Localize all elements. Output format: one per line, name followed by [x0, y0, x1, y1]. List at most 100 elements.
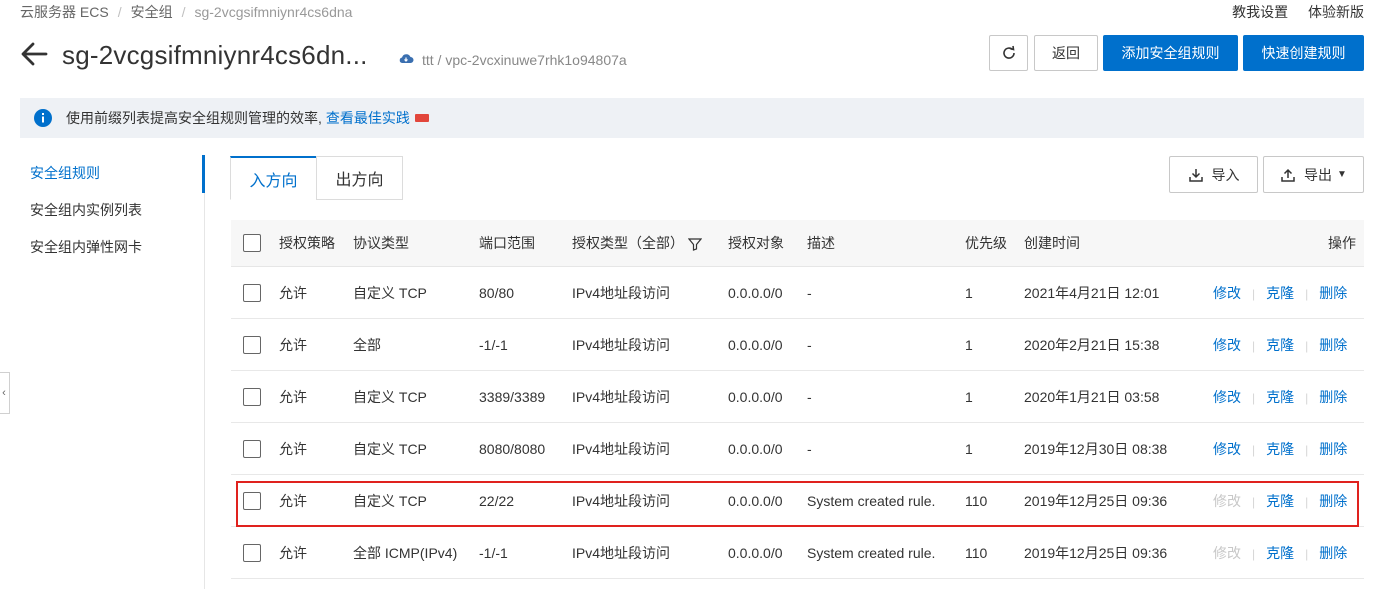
delete-link[interactable]: 删除 [1319, 337, 1347, 353]
row-checkbox[interactable] [243, 335, 261, 354]
cell-object: 0.0.0.0/0 [728, 284, 783, 301]
add-rule-button[interactable]: 添加安全组规则 [1103, 35, 1238, 71]
cell-policy: 允许 [279, 544, 307, 561]
cell-created: 2020年1月21日 03:58 [1024, 388, 1160, 405]
row-checkbox[interactable] [243, 543, 261, 562]
export-label: 导出 [1304, 166, 1333, 183]
cell-desc: System created rule. [807, 492, 936, 509]
teach-me-link[interactable]: 教我设置 [1232, 4, 1288, 20]
cell-priority: 110 [965, 492, 988, 509]
cell-protocol: 全部 ICMP(IPv4) [353, 544, 458, 561]
table-row: 允许 自定义 TCP 80/80 IPv4地址段访问 0.0.0.0/0 - 1… [231, 267, 1364, 319]
cell-desc: - [807, 440, 812, 457]
clone-link[interactable]: 克隆 [1266, 493, 1294, 509]
delete-link[interactable]: 删除 [1319, 493, 1347, 509]
cell-policy: 允许 [279, 440, 307, 457]
cell-object: 0.0.0.0/0 [728, 440, 783, 457]
header-auth-type: 授权类型（全部） [572, 235, 684, 251]
quick-create-button[interactable]: 快速创建规则 [1243, 35, 1364, 71]
header-priority: 优先级 [965, 235, 1007, 251]
header-ops: 操作 [1328, 235, 1356, 251]
cell-auth-type: IPv4地址段访问 [572, 544, 671, 561]
header-policy: 授权策略 [279, 235, 335, 251]
cloud-icon [399, 54, 414, 63]
cell-policy: 允许 [279, 492, 307, 509]
tab-outbound[interactable]: 出方向 [316, 156, 403, 200]
cell-auth-type: IPv4地址段访问 [572, 388, 671, 405]
breadcrumb-current: sg-2vcgsifmniynr4cs6dna [194, 4, 353, 20]
cell-port: 22/22 [479, 492, 515, 509]
cell-created: 2019年12月25日 09:36 [1024, 544, 1168, 561]
export-button[interactable]: 导出 ▼ [1263, 156, 1364, 193]
cell-desc: - [807, 388, 812, 405]
cell-policy: 允许 [279, 284, 307, 301]
cell-protocol: 自定义 TCP [353, 388, 427, 405]
header-desc: 描述 [807, 235, 835, 251]
vpc-info: ttt / vpc-2vcxinuwe7rhk1o94807a [422, 52, 627, 68]
import-label: 导入 [1211, 166, 1240, 183]
edit-link[interactable]: 修改 [1213, 337, 1241, 353]
import-button[interactable]: 导入 [1169, 156, 1258, 193]
back-button[interactable]: 返回 [1034, 35, 1098, 71]
refresh-button[interactable] [989, 35, 1028, 71]
filter-icon[interactable] [688, 237, 702, 251]
cell-object: 0.0.0.0/0 [728, 492, 783, 509]
back-arrow-icon[interactable] [20, 40, 48, 68]
delete-link[interactable]: 删除 [1319, 441, 1347, 457]
cell-priority: 1 [965, 336, 973, 353]
row-checkbox[interactable] [243, 387, 261, 406]
delete-link[interactable]: 删除 [1319, 285, 1347, 301]
sidenav-item-rules[interactable]: 安全组规则 [0, 155, 204, 192]
notice-bar: 使用前缀列表提高安全组规则管理的效率, 查看最佳实践 [20, 98, 1364, 138]
cell-policy: 允许 [279, 336, 307, 353]
clone-link[interactable]: 克隆 [1266, 545, 1294, 561]
row-checkbox[interactable] [243, 491, 261, 510]
breadcrumb: 云服务器 ECS / 安全组 / sg-2vcgsifmniynr4cs6dna [20, 4, 353, 20]
row-actions: 修改 | 克隆 | 删除 [1213, 492, 1348, 509]
sidenav-item-eni[interactable]: 安全组内弹性网卡 [0, 229, 204, 266]
select-all-checkbox[interactable] [243, 234, 261, 252]
row-checkbox[interactable] [243, 439, 261, 458]
clone-link[interactable]: 克隆 [1266, 337, 1294, 353]
breadcrumb-security-group[interactable]: 安全组 [131, 4, 173, 20]
caret-down-icon: ▼ [1337, 169, 1347, 180]
cell-port: -1/-1 [479, 544, 508, 561]
header-object: 授权对象 [728, 235, 784, 251]
rules-table: 授权策略 协议类型 端口范围 授权类型（全部） 授权对象 描述 优先级 创建时间… [231, 220, 1364, 579]
top-links: 教我设置 体验新版 [1216, 2, 1364, 22]
info-icon [34, 109, 52, 127]
try-new-version-link[interactable]: 体验新版 [1308, 4, 1364, 20]
collapse-handle[interactable]: ‹ [0, 372, 10, 414]
cell-created: 2019年12月30日 08:38 [1024, 440, 1168, 457]
refresh-icon [1002, 45, 1015, 59]
cell-object: 0.0.0.0/0 [728, 544, 783, 561]
page-title: sg-2vcgsifmniynr4cs6dn... [62, 40, 368, 70]
delete-link[interactable]: 删除 [1319, 389, 1347, 405]
cell-protocol: 自定义 TCP [353, 440, 427, 457]
upload-icon [1281, 168, 1295, 182]
row-checkbox[interactable] [243, 283, 261, 302]
cell-priority: 110 [965, 544, 988, 561]
cell-policy: 允许 [279, 388, 307, 405]
delete-link[interactable]: 删除 [1319, 545, 1347, 561]
clone-link[interactable]: 克隆 [1266, 389, 1294, 405]
best-practice-link[interactable]: 查看最佳实践 [326, 108, 410, 128]
edit-link[interactable]: 修改 [1213, 285, 1241, 301]
row-actions: 修改 | 克隆 | 删除 [1213, 544, 1348, 561]
clone-link[interactable]: 克隆 [1266, 441, 1294, 457]
side-nav: 安全组规则 安全组内实例列表 安全组内弹性网卡 [0, 155, 205, 589]
edit-link[interactable]: 修改 [1213, 441, 1241, 457]
notice-text: 使用前缀列表提高安全组规则管理的效率, [66, 110, 322, 126]
row-actions: 修改 | 克隆 | 删除 [1213, 336, 1348, 353]
cell-port: 8080/8080 [479, 440, 546, 457]
clone-link[interactable]: 克隆 [1266, 285, 1294, 301]
cell-port: 80/80 [479, 284, 515, 301]
table-row: 允许 自定义 TCP 22/22 IPv4地址段访问 0.0.0.0/0 Sys… [231, 475, 1364, 527]
cell-auth-type: IPv4地址段访问 [572, 440, 671, 457]
cell-desc: System created rule. [807, 544, 936, 561]
tab-inbound[interactable]: 入方向 [230, 156, 317, 200]
active-indicator [202, 155, 205, 193]
breadcrumb-ecs[interactable]: 云服务器 ECS [20, 4, 109, 20]
edit-link[interactable]: 修改 [1213, 389, 1241, 405]
sidenav-item-instances[interactable]: 安全组内实例列表 [0, 192, 204, 229]
